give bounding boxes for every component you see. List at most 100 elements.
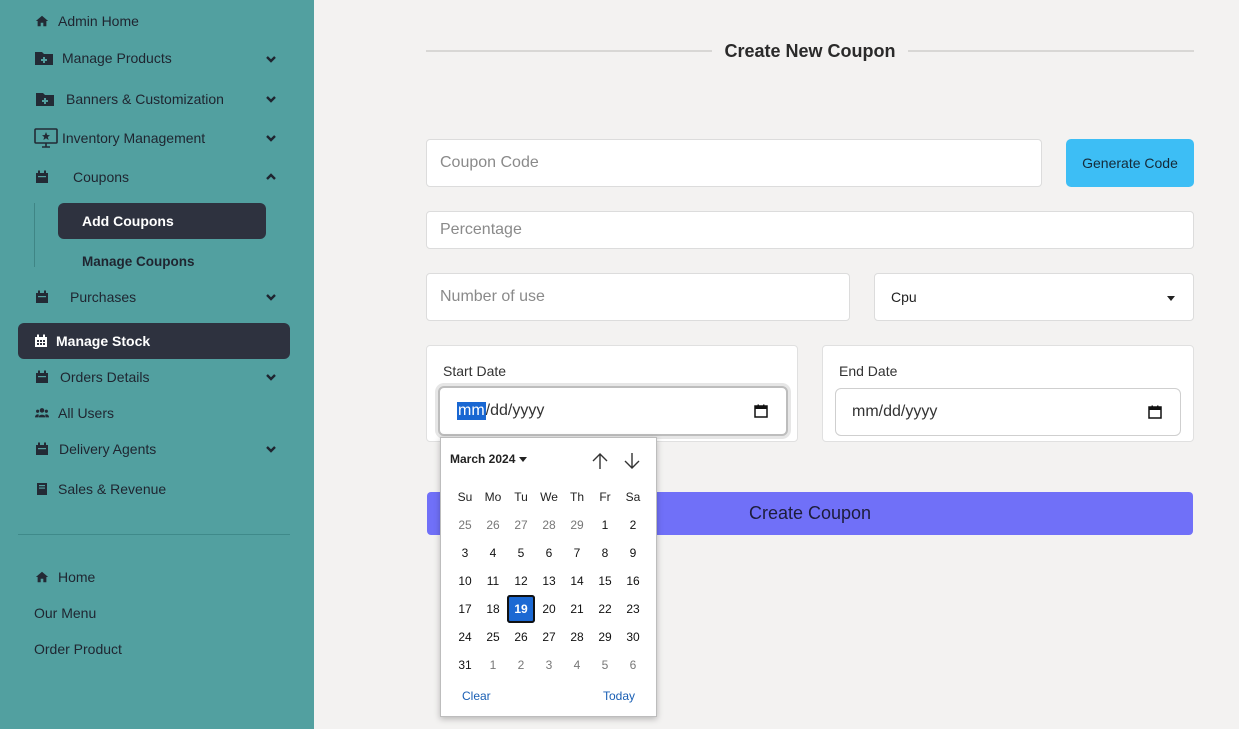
calendar-day[interactable]: 10	[451, 567, 479, 595]
calendar-day[interactable]: 13	[535, 567, 563, 595]
start-date-card: Start Date mm/dd/yyyy	[426, 345, 798, 442]
nav-sales-revenue[interactable]: Sales & Revenue	[34, 479, 166, 499]
nav-orders-details[interactable]: Orders Details	[34, 367, 149, 387]
chevron-down-icon[interactable]	[264, 131, 278, 145]
calendar-icon[interactable]	[1148, 405, 1162, 419]
nav-our-menu[interactable]: Our Menu	[34, 603, 96, 623]
chevron-down-icon[interactable]	[264, 370, 278, 384]
start-date-rest: /dd/yyyy	[485, 402, 545, 419]
calendar-day[interactable]: 1	[591, 511, 619, 539]
calendar-day[interactable]: 4	[479, 539, 507, 567]
nav-add-coupons[interactable]: Add Coupons	[58, 203, 266, 239]
calendar-day[interactable]: 8	[591, 539, 619, 567]
nav-delivery-agents[interactable]: Delivery Agents	[34, 439, 156, 459]
chevron-down-icon[interactable]	[264, 442, 278, 456]
weekday-header: Th	[569, 490, 584, 504]
calendar-day[interactable]: 31	[451, 651, 479, 679]
arrow-down-icon[interactable]	[621, 450, 643, 472]
calendar-day[interactable]: 1	[479, 651, 507, 679]
category-select-value: Cpu	[891, 289, 917, 305]
calendar-day[interactable]: 3	[451, 539, 479, 567]
start-date-label: Start Date	[443, 363, 507, 379]
calendar-day[interactable]: 23	[619, 595, 647, 623]
calendar-day[interactable]: 27	[535, 623, 563, 651]
calendar-day[interactable]: 6	[619, 651, 647, 679]
calendar-day[interactable]: 7	[563, 539, 591, 567]
nav-manage-stock[interactable]: Manage Stock	[18, 323, 290, 359]
calendar-day[interactable]: 28	[535, 511, 563, 539]
calendar-day[interactable]: 4	[563, 651, 591, 679]
nav-delivery-agents-label: Delivery Agents	[59, 441, 157, 457]
chevron-down-icon[interactable]	[264, 290, 278, 304]
calendar-day[interactable]: 26	[479, 511, 507, 539]
chevron-down-icon[interactable]	[264, 52, 278, 66]
calendar-day[interactable]: 26	[507, 623, 535, 651]
calendar-icon[interactable]	[754, 404, 768, 418]
month-select[interactable]: March 2024	[450, 452, 528, 466]
calendar-day[interactable]: 2	[507, 651, 535, 679]
calendar-day[interactable]: 19	[507, 595, 535, 623]
calendar-day[interactable]: 30	[619, 623, 647, 651]
calendar-day[interactable]: 9	[619, 539, 647, 567]
home-icon	[34, 569, 50, 585]
calendar-day[interactable]: 20	[535, 595, 563, 623]
calendar-day[interactable]: 5	[507, 539, 535, 567]
calendar-day[interactable]: 25	[479, 623, 507, 651]
calendar-day[interactable]: 24	[451, 623, 479, 651]
nav-manage-coupons-label: Manage Coupons	[82, 253, 195, 269]
calendar-day[interactable]: 2	[619, 511, 647, 539]
calendar-day[interactable]: 18	[479, 595, 507, 623]
arrow-up-icon[interactable]	[589, 450, 611, 472]
number-of-use-input[interactable]: Number of use	[426, 273, 850, 321]
calendar-day[interactable]: 21	[563, 595, 591, 623]
nav-coupons[interactable]: Coupons	[34, 167, 129, 187]
calendar-day[interactable]: 29	[563, 511, 591, 539]
calendar-day[interactable]: 27	[507, 511, 535, 539]
nav-home[interactable]: Home	[34, 567, 95, 587]
coupon-code-input[interactable]: Coupon Code	[426, 139, 1042, 187]
chevron-down-icon[interactable]	[264, 92, 278, 106]
category-select[interactable]: Cpu	[874, 273, 1194, 321]
end-date-card: End Date mm/dd/yyyy	[822, 345, 1194, 442]
calendar-day[interactable]: 22	[591, 595, 619, 623]
today-button[interactable]: Today	[603, 689, 635, 703]
calendar-day[interactable]: 12	[507, 567, 535, 595]
start-date-month-segment[interactable]: mm	[457, 402, 486, 420]
nav-purchases[interactable]: Purchases	[34, 287, 136, 307]
submenu-line	[34, 203, 35, 267]
percentage-placeholder: Percentage	[440, 221, 522, 238]
caret-down-icon	[1167, 296, 1175, 301]
nav-banners[interactable]: Banners & Customization	[34, 89, 224, 109]
calendar-day[interactable]: 11	[479, 567, 507, 595]
calendar-day[interactable]: 3	[535, 651, 563, 679]
nav-all-users[interactable]: All Users	[34, 403, 114, 423]
generate-code-button[interactable]: Generate Code	[1066, 139, 1194, 187]
nav-manage-coupons[interactable]: Manage Coupons	[82, 251, 195, 271]
title-rule-right	[908, 50, 1194, 52]
calendar-day[interactable]: 6	[535, 539, 563, 567]
calendar-day[interactable]: 14	[563, 567, 591, 595]
nav-order-product[interactable]: Order Product	[34, 639, 122, 659]
weekday-header: Fr	[599, 490, 611, 504]
nav-inventory-label: Inventory Management	[62, 130, 206, 146]
nav-add-coupons-label: Add Coupons	[82, 213, 174, 229]
percentage-input[interactable]: Percentage	[426, 211, 1194, 249]
clear-button[interactable]: Clear	[462, 689, 491, 703]
nav-manage-products[interactable]: Manage Products	[34, 48, 172, 68]
nav-orders-details-label: Orders Details	[60, 369, 150, 385]
calendar-day[interactable]: 16	[619, 567, 647, 595]
end-date-input[interactable]: mm/dd/yyyy	[835, 388, 1181, 436]
calendar-day[interactable]: 29	[591, 623, 619, 651]
nav-inventory[interactable]: Inventory Management	[34, 128, 205, 148]
chevron-up-icon[interactable]	[264, 170, 278, 184]
calendar-day[interactable]: 5	[591, 651, 619, 679]
folder-plus-icon	[34, 50, 54, 66]
calendar-day[interactable]: 15	[591, 567, 619, 595]
calendar-day[interactable]: 25	[451, 511, 479, 539]
nav-all-users-label: All Users	[58, 405, 115, 421]
date-picker-popup: March 2024 Su Mo Tu We Th Fr Sa 25 26 27 28 29 1 2 3 4 5…	[440, 437, 657, 717]
start-date-input[interactable]: mm/dd/yyyy	[438, 386, 788, 436]
nav-admin-home[interactable]: Admin Home	[34, 11, 139, 31]
calendar-day[interactable]: 28	[563, 623, 591, 651]
calendar-day[interactable]: 17	[451, 595, 479, 623]
